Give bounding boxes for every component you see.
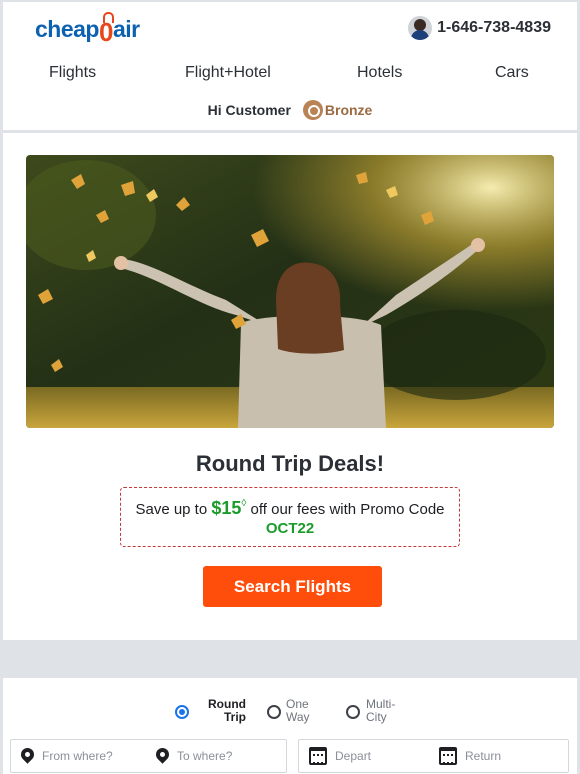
promo-code: OCT22 [265, 520, 315, 537]
nav-cars[interactable]: Cars [495, 64, 529, 82]
return-placeholder: Return [465, 749, 502, 763]
promo-card: Round Trip Deals! Save up to $15◊ off ou… [3, 133, 577, 640]
logo-o-mark: 0 [98, 12, 114, 47]
promo-headline: Round Trip Deals! [195, 451, 385, 476]
promo-amount: $15 [211, 498, 242, 518]
depart-placeholder: Depart [335, 749, 372, 763]
multi-city-radio[interactable] [346, 705, 360, 719]
promo-line: Save up to $15◊ off our fees with Promo … [121, 498, 459, 519]
one-way-radio[interactable] [267, 705, 281, 719]
promo-text-after: off our fees with Promo Code [246, 501, 445, 518]
greeting-text[interactable]: Hi Customer [208, 102, 291, 118]
phone-contact[interactable]: 1-646-738-4839 [408, 16, 551, 40]
hero-illustration [26, 155, 554, 428]
calendar-icon [439, 747, 457, 765]
nav-flights[interactable]: Flights [49, 64, 96, 82]
from-placeholder: From where? [42, 749, 113, 763]
round-trip-label[interactable]: Round Trip [198, 698, 246, 724]
account-greeting: Hi Customer Bronze [3, 100, 577, 120]
location-pin-icon [156, 748, 169, 765]
nav-flight-hotel[interactable]: Flight+Hotel [185, 64, 271, 82]
to-placeholder: To where? [177, 749, 233, 763]
location-pin-icon [21, 748, 34, 765]
search-flights-button[interactable]: Search Flights [203, 566, 382, 607]
calendar-icon [309, 747, 327, 765]
from-field[interactable]: From where? [21, 740, 151, 772]
one-way-label[interactable]: One Way [286, 698, 320, 724]
logo-text-cheap: cheap [35, 16, 99, 42]
hero-image[interactable] [26, 155, 554, 428]
bronze-tier-badge-icon [302, 100, 323, 120]
cheapoair-logo[interactable]: cheap 0 air [35, 12, 140, 47]
promo-text-before: Save up to [135, 501, 212, 518]
depart-field[interactable]: Depart [309, 740, 434, 772]
tier-label: Bronze [324, 102, 373, 118]
flight-search-form: Round Trip One Way Multi-City From where… [3, 678, 577, 774]
main-nav: Flights Flight+Hotel Hotels Cars [3, 64, 577, 86]
agent-avatar-icon [408, 16, 433, 40]
phone-number[interactable]: 1-646-738-4839 [437, 19, 551, 37]
loyalty-tier[interactable]: Bronze [302, 100, 373, 120]
round-trip-radio[interactable] [175, 705, 189, 719]
return-field[interactable]: Return [439, 740, 564, 772]
site-header: cheap 0 air 1-646-738-4839 Flights Flight+… [3, 2, 577, 130]
promo-code-box: Save up to $15◊ off our fees with Promo … [120, 487, 460, 547]
date-fields: Depart Return [298, 739, 569, 773]
multi-city-label[interactable]: Multi-City [366, 698, 402, 724]
logo-text-air: air [112, 16, 140, 42]
trip-type-selector: Round Trip One Way Multi-City [3, 696, 577, 730]
route-fields: From where? To where? [10, 739, 287, 773]
to-field[interactable]: To where? [156, 740, 286, 772]
nav-hotels[interactable]: Hotels [357, 64, 402, 82]
